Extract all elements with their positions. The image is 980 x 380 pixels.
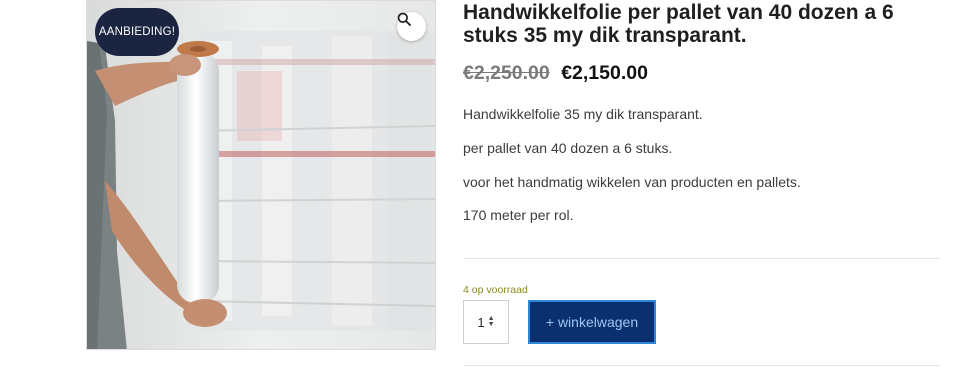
zoom-button[interactable] (397, 12, 426, 41)
magnifier-icon (397, 12, 411, 26)
stock-status: 4 op voorraad (463, 284, 528, 296)
sale-badge: AANBIEDING! (95, 8, 179, 56)
divider (463, 365, 940, 366)
description-line: per pallet van 40 dozen a 6 stuks. (463, 140, 673, 156)
add-to-cart-button[interactable]: + winkelwagen (528, 300, 656, 344)
description-line: voor het handmatig wikkelen van producte… (463, 174, 801, 190)
product-title: Handwikkelfolie per pallet van 40 dozen … (463, 1, 894, 47)
product-image-gallery: AANBIEDING! (86, 0, 436, 350)
quantity-value: 1 (477, 314, 485, 330)
stepper-arrows-icon[interactable]: ▲ ▼ (488, 315, 495, 328)
quantity-stepper[interactable]: 1 ▲ ▼ (463, 300, 509, 344)
old-price: €2,250.00 (463, 62, 550, 84)
description-line: Handwikkelfolie 35 my dik transparant. (463, 106, 703, 122)
price-block: €2,250.00 €2,150.00 (463, 62, 648, 85)
divider (463, 258, 940, 259)
sale-price: €2,150.00 (561, 62, 648, 84)
description-line: 170 meter per rol. (463, 207, 574, 223)
